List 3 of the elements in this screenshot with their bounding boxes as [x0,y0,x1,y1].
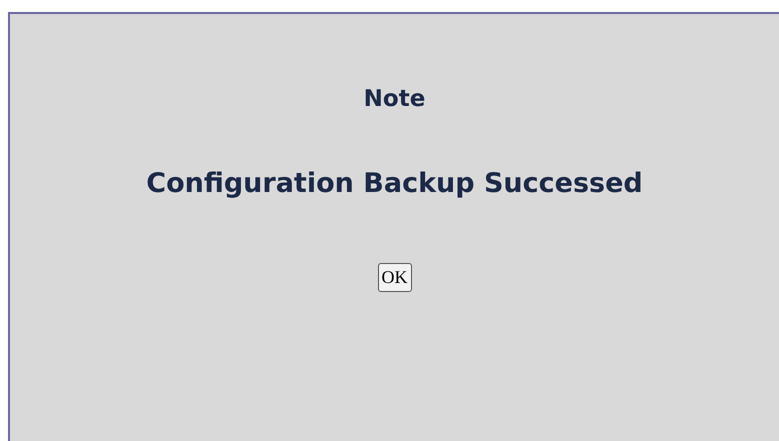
status-message: Configuration Backup Successed [146,168,643,199]
dialog-title: Note [364,86,426,112]
ok-button[interactable]: OK [378,263,412,292]
